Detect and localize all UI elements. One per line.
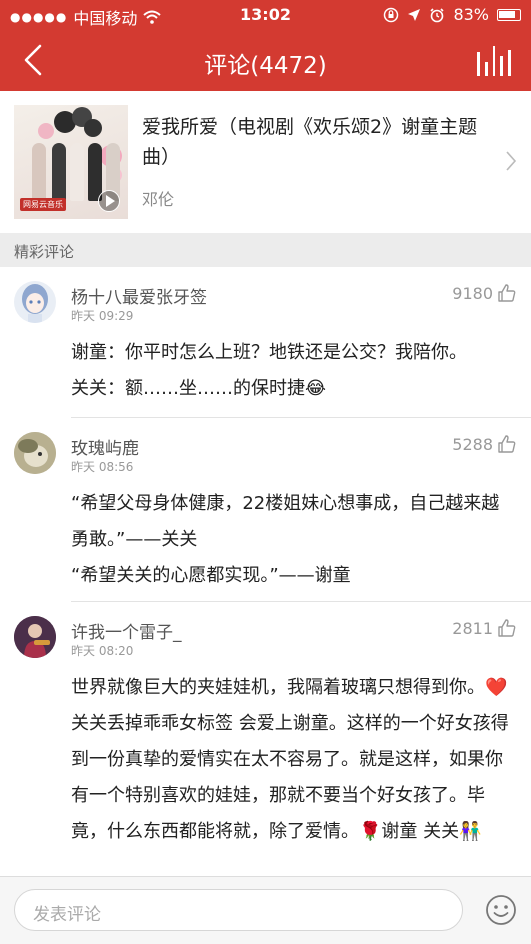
comment-time: 昨天 08:56 <box>71 460 134 474</box>
thumbs-up-icon <box>498 284 516 302</box>
comment-item: 杨十八最爱张牙签 昨天 09:29 9180 谢童：你平时怎么上班？地铁还是公交… <box>0 267 531 418</box>
battery-icon <box>497 8 521 21</box>
comment-bar: 发表评论 <box>0 876 531 944</box>
battery-percent: 83% <box>453 5 489 24</box>
comment-item: 玫瑰屿鹿 昨天 08:56 5288 “希望父母身体健康，22楼姐妹心想事成，自… <box>0 418 531 602</box>
thumbs-up-icon <box>498 435 516 453</box>
chevron-right-icon <box>506 151 517 171</box>
emoji-icon[interactable] <box>485 894 517 926</box>
like-count: 5288 <box>452 434 493 454</box>
like-count: 9180 <box>452 283 493 303</box>
album-cover[interactable]: 网易云音乐 <box>14 105 128 219</box>
comment-item: 许我一个雷子_ 昨天 08:20 2811 世界就像巨大的夹娃娃机，我隔着玻璃只… <box>0 602 531 876</box>
now-playing-button[interactable] <box>477 44 511 76</box>
like-button[interactable]: 2811 <box>452 618 517 638</box>
cover-logo: 网易云音乐 <box>20 198 66 211</box>
comment-text: 世界就像巨大的夹娃娃机，我隔着玻璃只想得到你。❤️关关丢掉乖乖女标签 会爱上谢童… <box>71 677 509 842</box>
song-artist: 邓伦 <box>142 190 175 209</box>
avatar[interactable] <box>14 432 56 474</box>
comment-time: 昨天 09:29 <box>71 309 134 323</box>
avatar[interactable] <box>14 616 56 658</box>
page-title: 评论(4472) <box>204 53 327 79</box>
avatar[interactable] <box>14 281 56 323</box>
play-icon[interactable] <box>98 190 120 212</box>
thumbs-up-icon <box>498 619 516 637</box>
comment-input[interactable]: 发表评论 <box>14 889 463 931</box>
location-icon <box>408 8 421 21</box>
song-title: 爱我所爱（电视剧《欢乐颂2》谢童主题曲） <box>142 116 478 168</box>
comment-text: “希望父母身体健康，22楼姐妹心想事成，自己越来越勇敢。”——关关 “希望关关的… <box>71 493 500 586</box>
comment-username[interactable]: 许我一个雷子_ <box>71 618 182 643</box>
nav-bar: 评论(4472) <box>0 30 531 91</box>
like-button[interactable]: 9180 <box>452 283 517 303</box>
rotation-lock-icon <box>384 7 399 22</box>
header: ●●●●● 中国移动 13:02 83% 评论(4472) <box>0 0 531 91</box>
section-label: 精彩评论 <box>14 243 75 261</box>
comment-username[interactable]: 玫瑰屿鹿 <box>71 434 139 459</box>
like-count: 2811 <box>452 618 493 638</box>
comment-time: 昨天 08:20 <box>71 644 134 658</box>
comment-username[interactable]: 杨十八最爱张牙签 <box>71 283 207 308</box>
alarm-icon <box>430 7 445 22</box>
song-card[interactable]: 网易云音乐 爱我所爱（电视剧《欢乐颂2》谢童主题曲） 邓伦 <box>0 91 531 233</box>
section-header: 精彩评论 <box>0 233 531 267</box>
comment-text: 谢童：你平时怎么上班？地铁还是公交？我陪你。 关关：额……坐……的保时捷😂 <box>71 342 467 399</box>
like-button[interactable]: 5288 <box>452 434 517 454</box>
status-bar: ●●●●● 中国移动 13:02 83% <box>0 0 531 30</box>
